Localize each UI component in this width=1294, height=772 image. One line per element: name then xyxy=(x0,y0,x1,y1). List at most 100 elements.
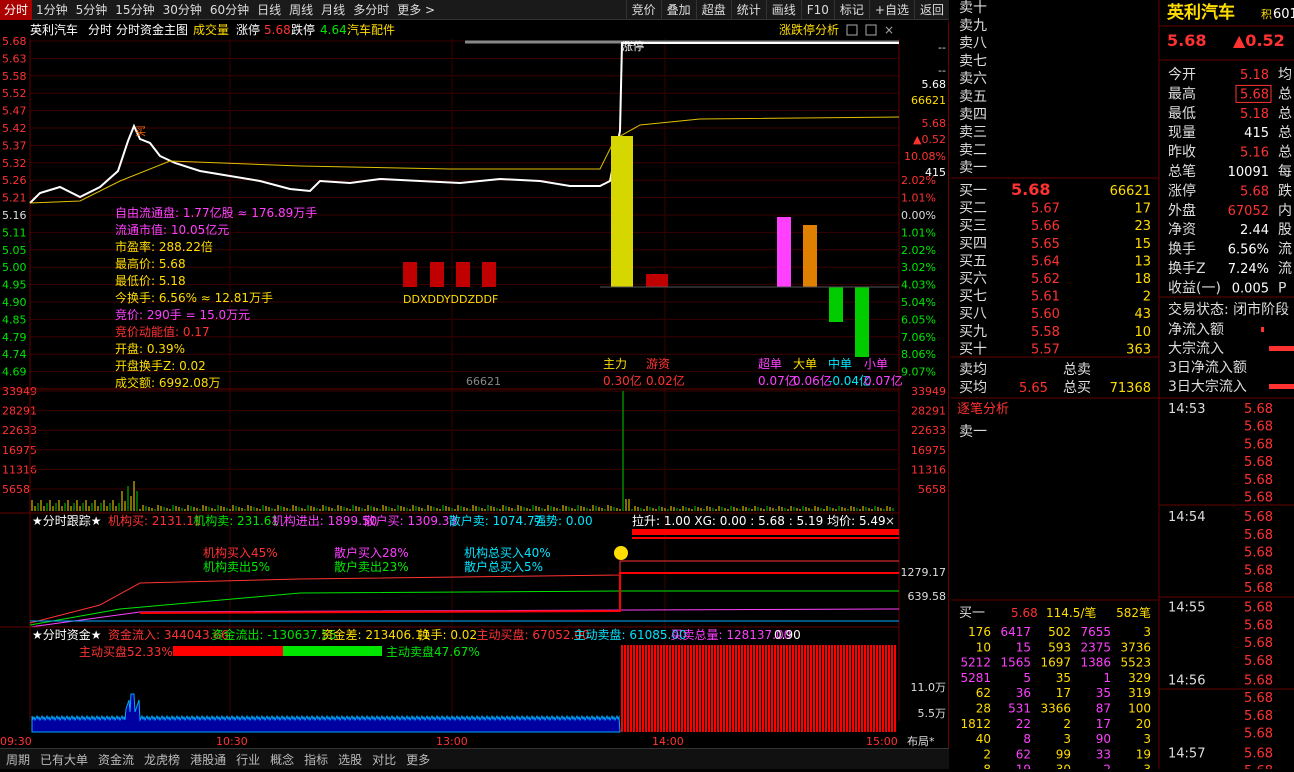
action-button-0[interactable]: 竞价 xyxy=(625,0,661,20)
bottom-tab-4[interactable]: 港股通 xyxy=(190,751,226,768)
action-button-2[interactable]: 超盘 xyxy=(695,0,731,20)
flow-label: 超单 xyxy=(758,356,782,371)
period-tab-4[interactable]: 30分钟 xyxy=(159,0,206,20)
pct-tick: 5.04% xyxy=(901,296,936,309)
quote-label: 昨收 xyxy=(1168,145,1196,161)
period-tab-7[interactable]: 周线 xyxy=(285,0,317,20)
flow-value: 0.07亿 xyxy=(864,373,903,388)
quote-tail: 总 xyxy=(1278,86,1292,102)
layout-button[interactable]: 布局* xyxy=(907,735,935,748)
price-tick: 5.16 xyxy=(2,209,27,222)
bottom-tab-10[interactable]: 更多 xyxy=(406,751,430,768)
vol-tick-r: 5658 xyxy=(918,483,946,496)
queue-head: 买一 xyxy=(959,606,985,621)
price-tick: 5.42 xyxy=(2,122,27,135)
bottom-tab-2[interactable]: 资金流 xyxy=(98,751,134,768)
quote-value: 0.005 xyxy=(1232,281,1269,296)
tracker-close-icon[interactable]: × xyxy=(885,514,895,528)
period-tab-2[interactable]: 5分钟 xyxy=(72,0,112,20)
queue-cell: 3 xyxy=(1143,625,1151,639)
tick-price: 5.68 xyxy=(1244,563,1273,578)
queue-cell: 7655 xyxy=(1080,625,1111,639)
action-button-4[interactable]: 画线 xyxy=(765,0,801,20)
queue-cell: 2 xyxy=(1103,763,1111,769)
period-tab-8[interactable]: 月线 xyxy=(317,0,349,20)
flow-bar-super xyxy=(777,217,791,287)
tick-price: 5.68 xyxy=(1244,727,1273,742)
tick-price: 5.68 xyxy=(1244,691,1273,706)
vol-tick-r: 33949 xyxy=(911,385,946,398)
buy-marker: 买 xyxy=(135,125,146,138)
price-line xyxy=(29,42,899,204)
buy-price: 5.64 xyxy=(1031,254,1060,269)
quote-tail: 总 xyxy=(1278,145,1292,161)
bottom-tab-1[interactable]: 已有大单 xyxy=(40,751,88,768)
queue-cell: 35 xyxy=(1096,686,1111,700)
pct-tick: 0.00% xyxy=(901,209,936,222)
quote-tail: 均 xyxy=(1278,67,1292,83)
buy-price: 5.68 xyxy=(1011,180,1050,199)
record-icon[interactable] xyxy=(846,24,858,36)
time-tick: 10:30 xyxy=(216,735,248,748)
vol-tick-r: 22633 xyxy=(911,424,946,437)
buy-vol: 10 xyxy=(1134,325,1151,340)
period-tab-3[interactable]: 15分钟 xyxy=(111,0,158,20)
buy-price: 5.66 xyxy=(1031,219,1060,234)
period-tab-10[interactable]: 更多 > xyxy=(393,0,439,20)
buy-avg: 买均 xyxy=(959,380,987,396)
close-icon[interactable]: × xyxy=(884,23,894,37)
tracker-item: 机构进出: 1899.50 xyxy=(272,513,377,528)
period-tab-0[interactable]: 分时 xyxy=(0,0,33,20)
bottom-tab-0[interactable]: 周期 xyxy=(6,751,30,768)
buy-level: 买六 xyxy=(959,271,987,287)
tracker-axis: 639.58 xyxy=(908,590,947,603)
queue-cell: 2375 xyxy=(1080,640,1111,654)
tick-price: 5.68 xyxy=(1244,510,1273,525)
period-tab-5[interactable]: 60分钟 xyxy=(206,0,253,20)
bottom-tab-6[interactable]: 概念 xyxy=(270,751,294,768)
right-tag-t2: -- xyxy=(938,64,946,77)
tracker-strip2 xyxy=(632,537,899,539)
intraday-chart[interactable]: 英利汽车 分时 分时资金主图 成交量 涨停 5.68 跌停 4.64 汽车配件 涨跌停分析 ×5.6… xyxy=(0,21,949,748)
queue-cell: 3 xyxy=(1143,732,1151,746)
price-tick: 5.00 xyxy=(2,261,27,274)
flow-bar xyxy=(1261,327,1264,332)
bottom-tab-8[interactable]: 选股 xyxy=(338,751,362,768)
buy-vol: 23 xyxy=(1134,219,1151,234)
time-tick: 13:00 xyxy=(436,735,468,748)
buy-level: 买九 xyxy=(959,324,987,340)
period-tab-1[interactable]: 1分钟 xyxy=(32,0,72,20)
period-tab-9[interactable]: 多分时 xyxy=(349,0,393,20)
action-button-6[interactable]: 标记 xyxy=(833,0,869,20)
settings-icon[interactable] xyxy=(865,24,877,36)
tick-price: 5.68 xyxy=(1244,455,1273,470)
action-button-7[interactable]: +自选 xyxy=(868,0,914,20)
buy-level: 买十 xyxy=(959,341,987,357)
right-tag-t4: 66621 xyxy=(911,94,946,107)
action-button-5[interactable]: F10 xyxy=(800,0,834,20)
action-button-3[interactable]: 统计 xyxy=(730,0,766,20)
bottom-tab-3[interactable]: 龙虎榜 xyxy=(144,751,180,768)
bottom-tab-7[interactable]: 指标 xyxy=(304,751,328,768)
bottom-tab-9[interactable]: 对比 xyxy=(372,751,396,768)
quote-value: 415 xyxy=(1244,126,1269,141)
stat-label: 开盘: 0.39% xyxy=(115,341,185,356)
info-sector: 汽车配件 xyxy=(347,22,395,37)
chart-area[interactable]: 英利汽车 分时 分时资金主图 成交量 涨停 5.68 跌停 4.64 汽车配件 涨跌停分析 × 5.6… xyxy=(0,21,949,748)
price-tick: 5.52 xyxy=(2,87,27,100)
price-tick: 5.47 xyxy=(2,105,27,118)
sell-level: 卖六 xyxy=(959,71,987,87)
capital-title: ★分时资金★ xyxy=(32,627,102,642)
quote-label: 现量 xyxy=(1168,125,1196,141)
action-button-8[interactable]: 返回 xyxy=(913,0,949,20)
price-series xyxy=(29,42,900,204)
right-tag-t8: 415 xyxy=(925,166,946,179)
quote-label: 外盘 xyxy=(1168,202,1196,219)
bottom-tab-5[interactable]: 行业 xyxy=(236,751,260,768)
tracker-item: 散户卖: 1074.77 xyxy=(449,513,542,528)
queue-cell: 90 xyxy=(1096,732,1111,746)
action-button-1[interactable]: 叠加 xyxy=(660,0,696,20)
buy-level: 买三 xyxy=(959,218,987,234)
limit-analysis-label[interactable]: 涨跌停分析 xyxy=(779,22,839,37)
period-tab-6[interactable]: 日线 xyxy=(253,0,285,20)
